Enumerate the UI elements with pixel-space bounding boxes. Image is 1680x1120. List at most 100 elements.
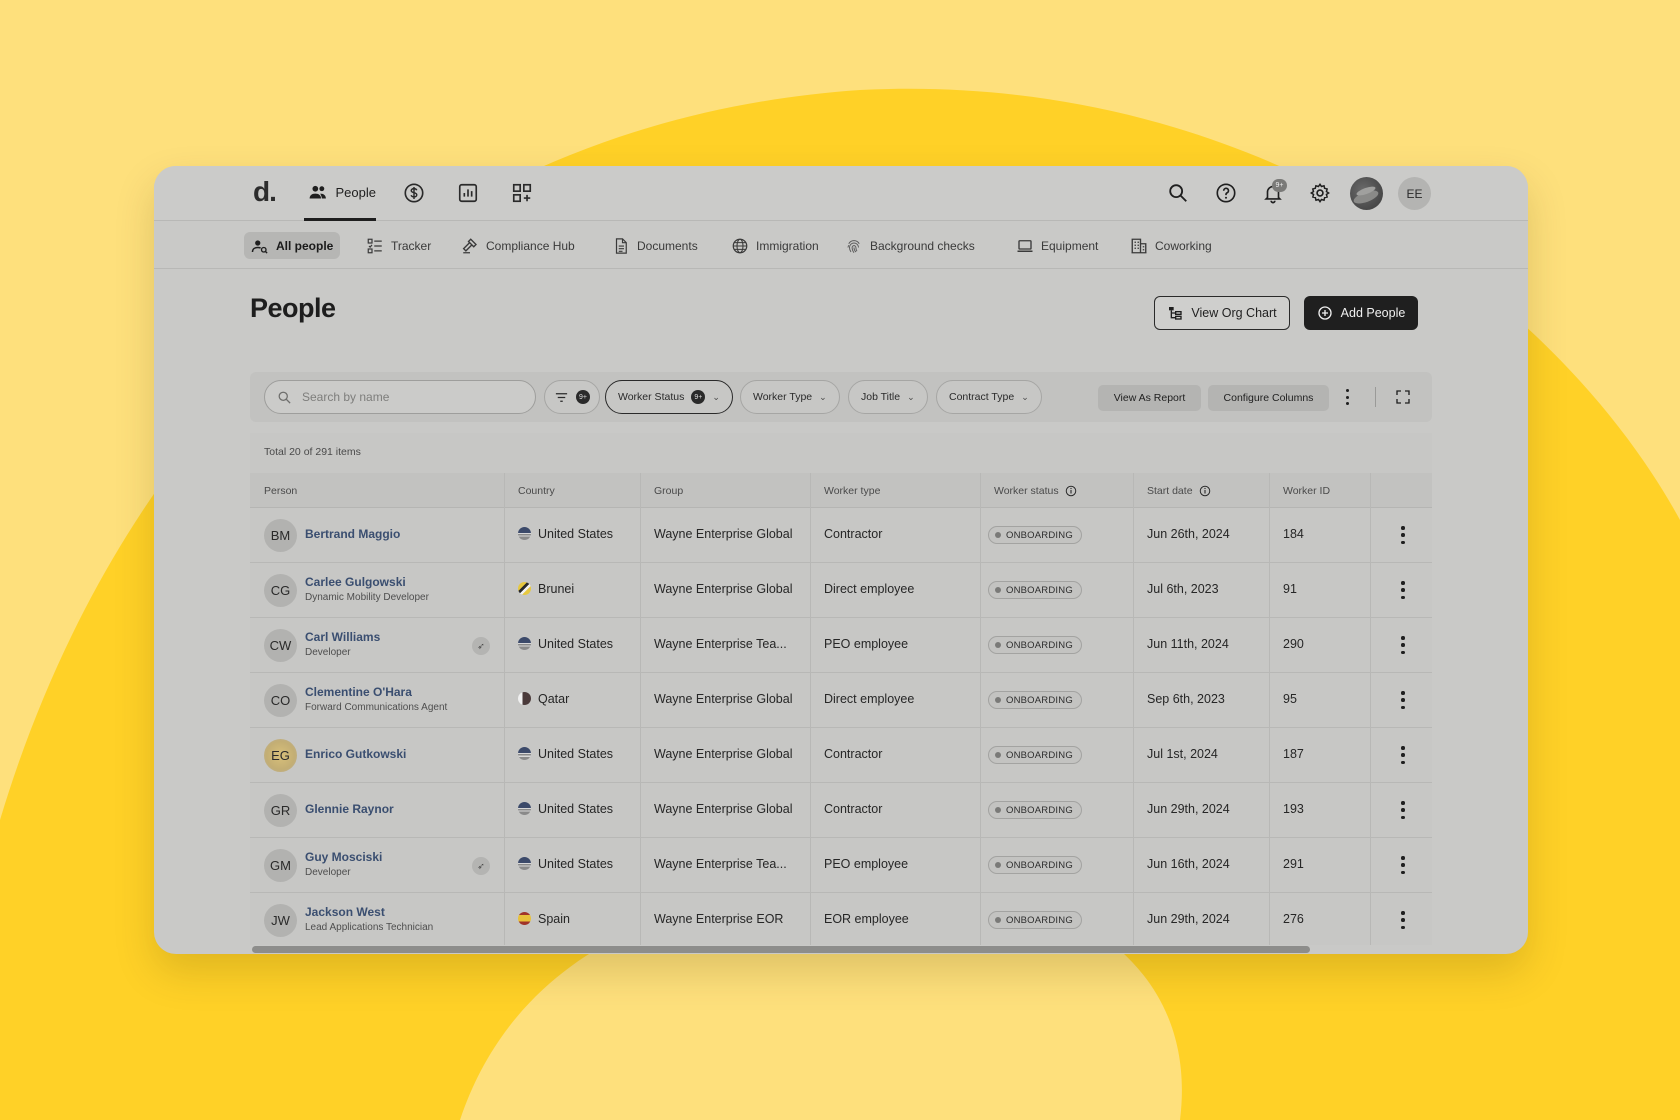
- logo[interactable]: d.: [253, 176, 277, 208]
- column-header-worker-type[interactable]: Worker type: [824, 485, 880, 497]
- subnav-documents[interactable]: Documents: [605, 232, 705, 259]
- person-name-link[interactable]: Carl Williams: [305, 630, 380, 644]
- person-name-link[interactable]: Guy Mosciski: [305, 850, 382, 864]
- filter-button[interactable]: 9+: [544, 380, 600, 414]
- contract-type-filter-label: Contract Type: [949, 391, 1015, 403]
- flag-icon: [518, 912, 531, 925]
- worker-id-cell: 291: [1283, 857, 1304, 871]
- subnav-label: Background checks: [870, 238, 975, 253]
- country-name: United States: [538, 637, 614, 651]
- column-header-worker-status[interactable]: Worker status: [994, 485, 1077, 497]
- subnav-equipment[interactable]: Equipment: [1009, 232, 1105, 259]
- worker-type-cell: Direct employee: [824, 692, 915, 706]
- table-row[interactable]: GR Glennie Raynor United States Wayne En…: [250, 783, 1432, 838]
- table-row[interactable]: CW Carl Williams Developer ➶ United Stat…: [250, 618, 1432, 673]
- laptop-icon: [1017, 239, 1033, 252]
- worker-type-cell: Contractor: [824, 802, 883, 816]
- gear-icon[interactable]: [1309, 182, 1331, 204]
- country-cell: United States: [518, 637, 613, 651]
- search-input[interactable]: [302, 390, 502, 404]
- row-actions-menu-icon[interactable]: [1400, 636, 1406, 654]
- worker-status-filter[interactable]: Worker Status 9+ ⌄: [605, 380, 733, 414]
- flag-icon: [518, 747, 531, 760]
- top-bar: d. People 9+ EE: [154, 166, 1528, 221]
- column-header-country[interactable]: Country: [518, 485, 555, 497]
- subnav-all-people[interactable]: All people: [244, 232, 341, 259]
- job-title-filter[interactable]: Job Title ⌄: [848, 380, 928, 414]
- nav-people-label: People: [335, 184, 376, 200]
- apps-icon[interactable]: [511, 182, 533, 204]
- search-icon[interactable]: [1167, 182, 1189, 204]
- person-name-link[interactable]: Bertrand Maggio: [305, 527, 400, 541]
- row-actions-menu-icon[interactable]: [1400, 801, 1406, 819]
- info-icon[interactable]: [1199, 485, 1211, 497]
- job-title-filter-label: Job Title: [861, 391, 901, 403]
- status-badge: ONBOARDING: [988, 911, 1082, 929]
- column-header-group[interactable]: Group: [654, 485, 683, 497]
- more-options-button[interactable]: [1344, 389, 1350, 405]
- people-icon: [309, 185, 326, 199]
- subnav-coworking[interactable]: Coworking: [1123, 232, 1219, 259]
- country-cell: United States: [518, 527, 613, 541]
- row-actions-menu-icon[interactable]: [1400, 691, 1406, 709]
- fullscreen-icon[interactable]: [1395, 389, 1411, 405]
- status-text: ONBOARDING: [1006, 914, 1073, 926]
- row-actions-menu-icon[interactable]: [1400, 581, 1406, 599]
- configure-columns-button[interactable]: Configure Columns: [1208, 385, 1329, 411]
- subnav-compliance-hub[interactable]: Compliance Hub: [454, 232, 582, 259]
- worker-id-cell: 184: [1283, 527, 1304, 541]
- subnav-label: Documents: [637, 238, 698, 253]
- worker-type-cell: Contractor: [824, 527, 883, 541]
- table-row[interactable]: BM Bertrand Maggio United States Wayne E…: [250, 508, 1432, 563]
- table-row[interactable]: CO Clementine O'Hara Forward Communicati…: [250, 673, 1432, 728]
- person-name-link[interactable]: Clementine O'Hara: [305, 685, 412, 699]
- worker-type-filter[interactable]: Worker Type ⌄: [740, 380, 840, 414]
- table-row[interactable]: GM Guy Mosciski Developer ➶ United State…: [250, 838, 1432, 893]
- column-header-person[interactable]: Person: [264, 485, 297, 497]
- row-actions-menu-icon[interactable]: [1400, 856, 1406, 874]
- subnav-tracker[interactable]: Tracker: [359, 232, 438, 259]
- divider: [1375, 387, 1376, 407]
- subnav-label: Equipment: [1041, 238, 1099, 253]
- row-actions-menu-icon[interactable]: [1400, 526, 1406, 544]
- column-header-start-date[interactable]: Start date: [1147, 485, 1211, 497]
- subnav-background-checks[interactable]: Background checks: [838, 232, 982, 259]
- view-org-chart-button[interactable]: View Org Chart: [1154, 296, 1290, 330]
- flag-icon: [518, 637, 531, 650]
- add-people-button[interactable]: Add People: [1304, 296, 1418, 330]
- search-box[interactable]: [264, 380, 536, 414]
- row-actions-menu-icon[interactable]: [1400, 746, 1406, 764]
- column-header-worker-id[interactable]: Worker ID: [1283, 485, 1330, 497]
- nav-people[interactable]: People: [304, 166, 376, 221]
- status-text: ONBOARDING: [1006, 529, 1073, 541]
- person-name-link[interactable]: Jackson West: [305, 905, 385, 919]
- user-avatar[interactable]: EE: [1398, 177, 1431, 210]
- table-row[interactable]: EG Enrico Gutkowski United States Wayne …: [250, 728, 1432, 783]
- person-name-link[interactable]: Glennie Raynor: [305, 802, 394, 816]
- worker-status-count-badge: 9+: [691, 390, 706, 404]
- checklist-icon: [367, 238, 382, 253]
- group-cell: Wayne Enterprise Global: [654, 747, 793, 761]
- subnav-immigration[interactable]: Immigration: [724, 232, 826, 259]
- contract-type-filter[interactable]: Contract Type ⌄: [936, 380, 1042, 414]
- chart-icon[interactable]: [457, 182, 479, 204]
- worker-type-cell: PEO employee: [824, 857, 909, 871]
- table-row[interactable]: CG Carlee Gulgowski Dynamic Mobility Dev…: [250, 563, 1432, 618]
- view-org-chart-label: View Org Chart: [1191, 306, 1277, 320]
- horizontal-scrollbar[interactable]: [252, 946, 1310, 953]
- dollar-icon[interactable]: [403, 182, 425, 204]
- view-as-report-button[interactable]: View As Report: [1098, 385, 1201, 411]
- info-icon[interactable]: [1065, 485, 1077, 497]
- row-actions-menu-icon[interactable]: [1400, 911, 1406, 929]
- help-icon[interactable]: [1215, 182, 1237, 204]
- start-date-cell: Jul 1st, 2024: [1147, 747, 1218, 761]
- subnav-label: All people: [276, 238, 334, 253]
- table-row[interactable]: JW Jackson West Lead Applications Techni…: [250, 893, 1432, 945]
- person-job-title: Dynamic Mobility Developer: [305, 592, 429, 603]
- person-name-link[interactable]: Carlee Gulgowski: [305, 575, 406, 589]
- notifications-button[interactable]: 9+: [1262, 179, 1287, 204]
- user-avatar-image[interactable]: [1350, 177, 1383, 210]
- group-cell: Wayne Enterprise Tea...: [654, 857, 787, 871]
- person-name-link[interactable]: Enrico Gutkowski: [305, 747, 406, 761]
- status-badge: ONBOARDING: [988, 801, 1082, 819]
